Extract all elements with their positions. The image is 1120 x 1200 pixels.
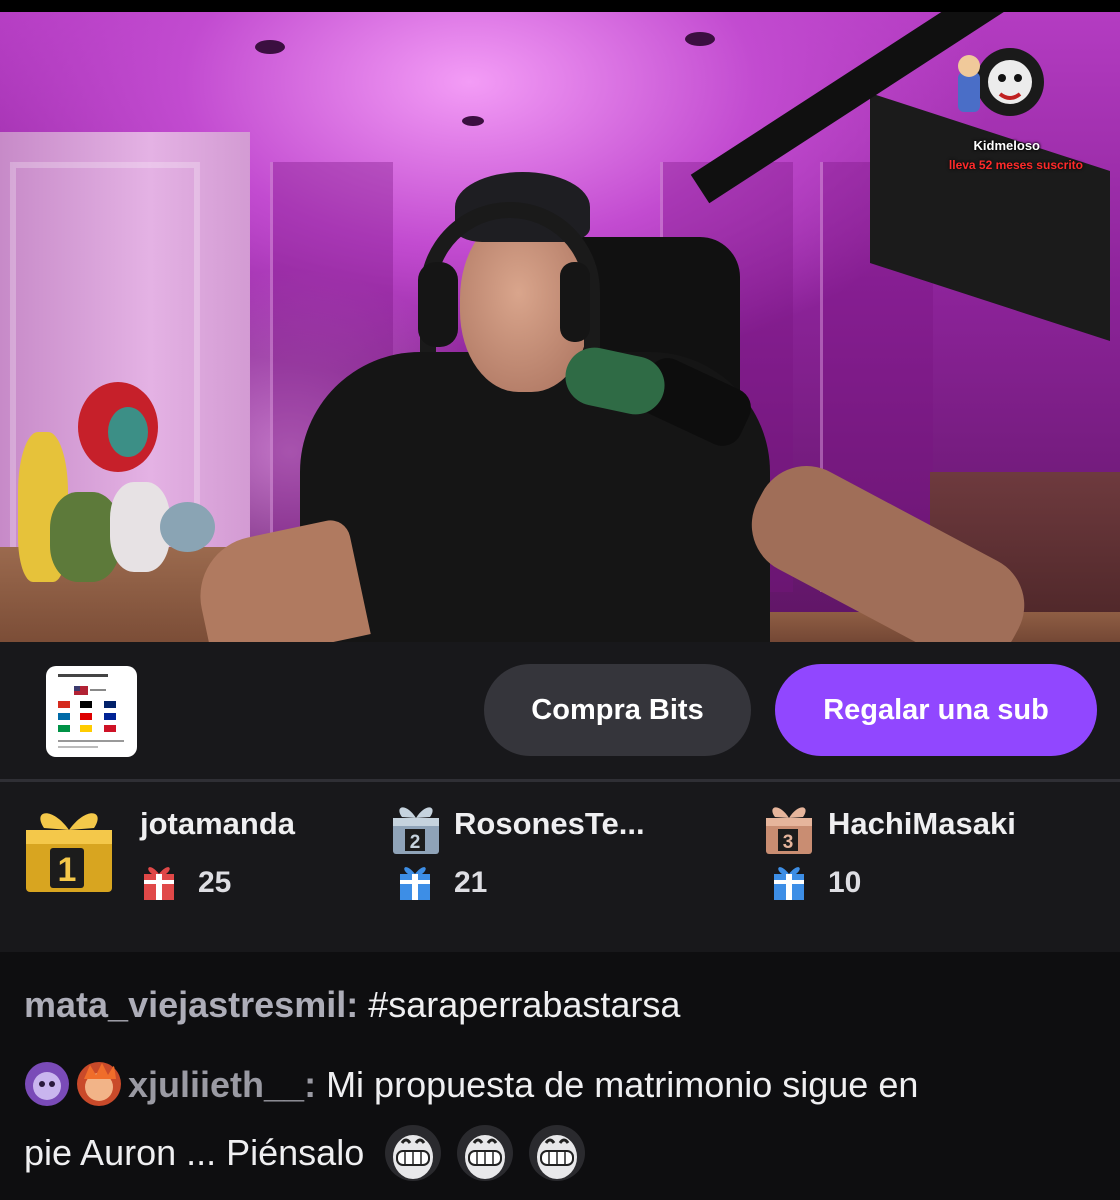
leaderboard-entry-1[interactable]: 1 jotamanda 25 bbox=[0, 782, 380, 952]
gift-count: 25 bbox=[198, 866, 232, 899]
chat-separator: : bbox=[346, 984, 359, 1025]
extension-preview-graphic bbox=[58, 674, 124, 748]
ceiling-light bbox=[685, 32, 715, 46]
subscriber-badge[interactable] bbox=[24, 1061, 70, 1107]
penguin-emote[interactable] bbox=[380, 1117, 446, 1183]
gift-icon bbox=[144, 867, 174, 900]
gifter-name: HachiMasaki bbox=[828, 806, 1016, 841]
chat-text: Mi propuesta de matrimonio sigue en bbox=[316, 1064, 919, 1105]
subscriber-alert-message: lleva 52 meses suscrito bbox=[948, 158, 1083, 172]
chat-text: pie Auron ... Piénsalo bbox=[24, 1132, 365, 1173]
gift-count: 21 bbox=[454, 866, 488, 899]
gift-leaderboard: 1 jotamanda 25 2 RosonesTe... 21 3 Hachi… bbox=[0, 782, 1120, 952]
gift-count: 10 bbox=[828, 866, 862, 899]
subscriber-alert-art bbox=[958, 48, 1044, 116]
chat-username[interactable]: mata_viejastresmil bbox=[24, 984, 346, 1025]
chat-username[interactable]: xjuliieth__ bbox=[128, 1064, 304, 1105]
toy-plush bbox=[160, 502, 215, 552]
gifter-name: RosonesTe... bbox=[454, 806, 645, 841]
svg-text:2: 2 bbox=[410, 832, 421, 853]
action-bar: Compra Bits Regalar una sub bbox=[0, 642, 1120, 780]
svg-text:3: 3 bbox=[783, 832, 794, 853]
bronze-gift-icon: 3 bbox=[766, 807, 812, 854]
penguin-emote[interactable] bbox=[452, 1117, 518, 1183]
svg-text:1: 1 bbox=[58, 851, 77, 889]
chat-message: mata_viejastresmil: #saraperrabastarsa bbox=[24, 973, 680, 1037]
headphones bbox=[418, 262, 458, 347]
leaderboard-entry-2[interactable]: 2 RosonesTe... 21 bbox=[380, 782, 760, 952]
ceiling-light bbox=[255, 40, 285, 54]
chat-separator: : bbox=[304, 1064, 317, 1105]
channel-badge[interactable] bbox=[76, 1061, 122, 1107]
gold-gift-icon: 1 bbox=[26, 813, 112, 892]
extension-thumbnail[interactable] bbox=[46, 666, 137, 757]
toy-face bbox=[108, 407, 148, 457]
buy-bits-button[interactable]: Compra Bits bbox=[484, 664, 751, 756]
leaderboard-entry-3[interactable]: 3 HachiMasaki 10 bbox=[755, 782, 1120, 952]
gift-icon bbox=[400, 867, 430, 900]
silver-gift-icon: 2 bbox=[393, 807, 439, 854]
gift-icon bbox=[774, 867, 804, 900]
top-bar bbox=[0, 0, 1120, 12]
chat-panel[interactable]: mata_viejastresmil: #saraperrabastarsa x… bbox=[0, 955, 1120, 1200]
chat-message-continuation: pie Auron ... Piénsalo bbox=[24, 1117, 590, 1185]
subscriber-alert-name: Kidmeloso bbox=[973, 138, 1040, 153]
penguin-emote[interactable] bbox=[524, 1117, 590, 1183]
chat-message: xjuliieth__: Mi propuesta de matrimonio … bbox=[24, 1053, 918, 1117]
gift-sub-button[interactable]: Regalar una sub bbox=[775, 664, 1097, 756]
ceiling-light bbox=[462, 116, 484, 126]
stream-video[interactable]: Kidmeloso lleva 52 meses suscrito bbox=[0, 12, 1120, 642]
gifter-name: jotamanda bbox=[140, 806, 296, 841]
headphones bbox=[560, 262, 590, 342]
chat-text: #saraperrabastarsa bbox=[358, 984, 681, 1025]
